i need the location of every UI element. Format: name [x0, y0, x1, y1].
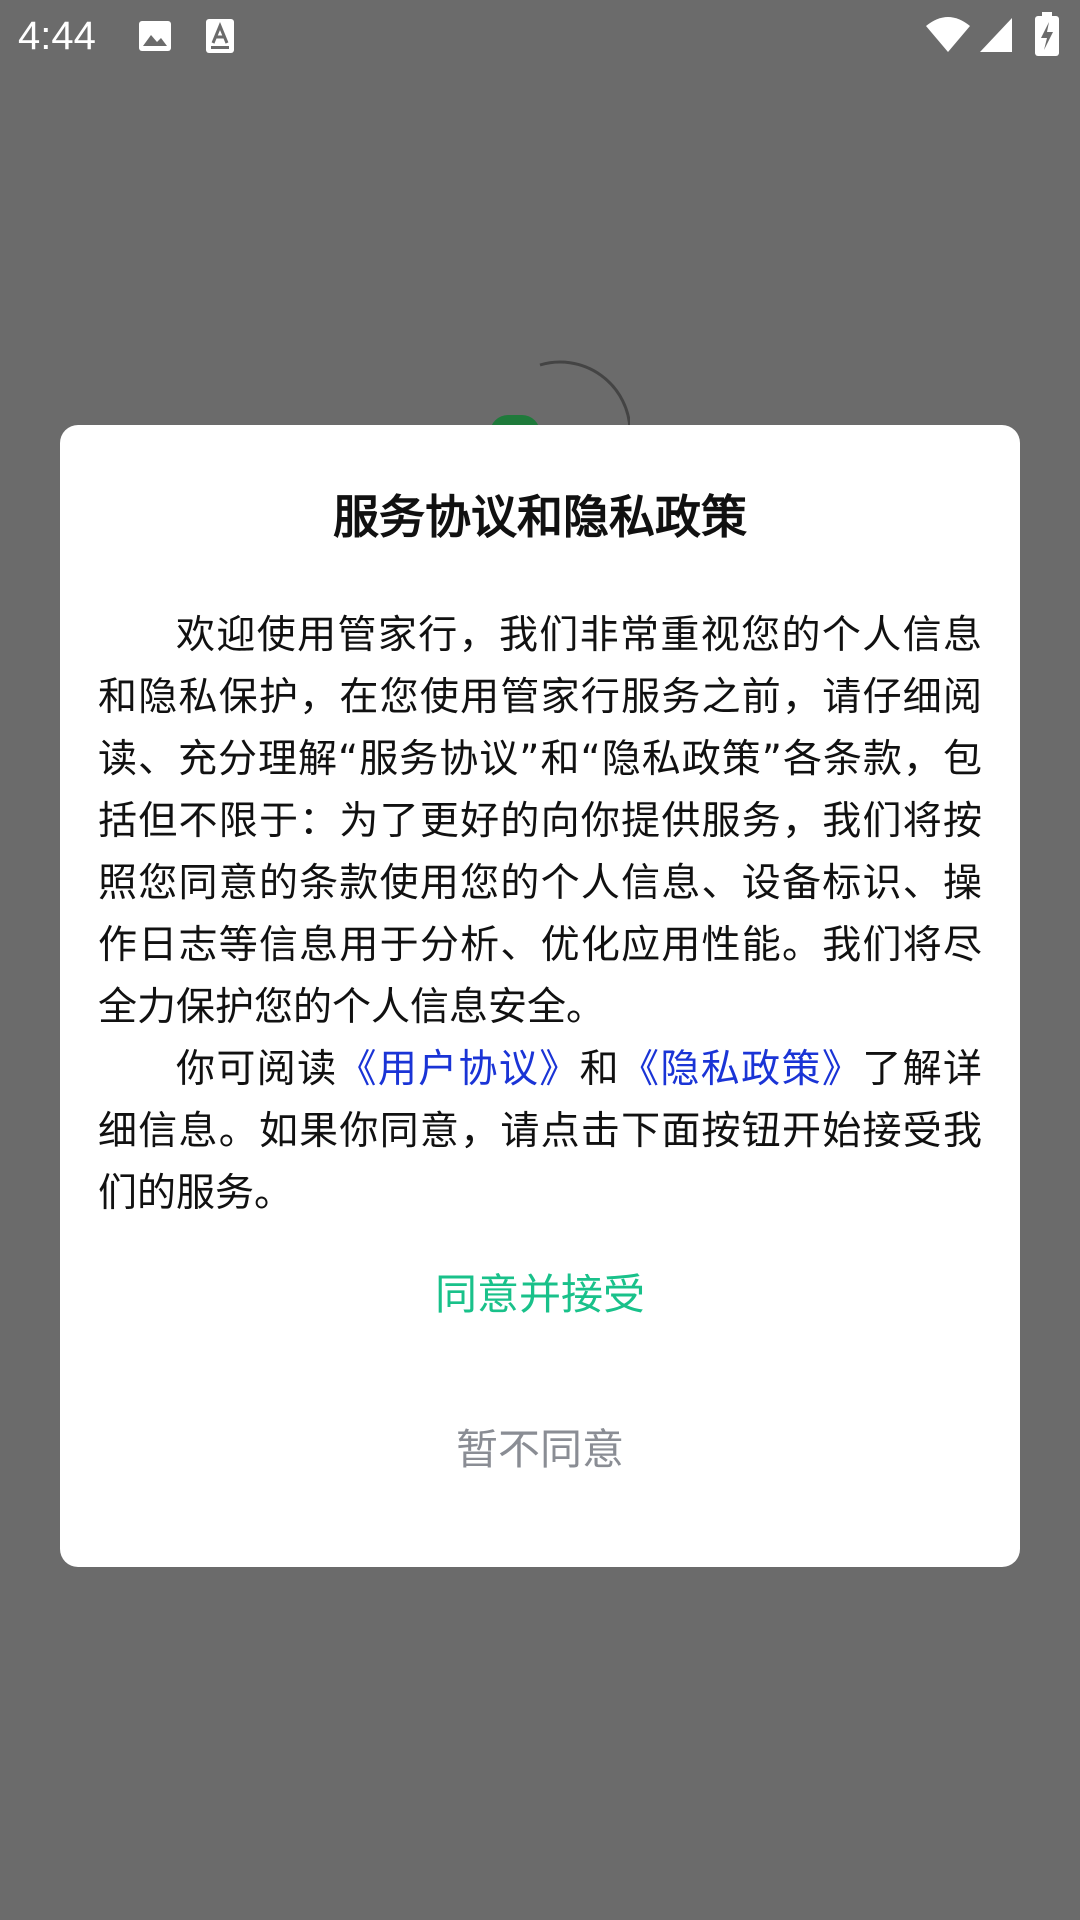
agree-button[interactable]: 同意并接受	[390, 1260, 690, 1330]
links-paragraph-and: 和	[579, 1047, 621, 1092]
links-paragraph-prefix: 你可阅读	[176, 1047, 338, 1092]
user-agreement-link[interactable]: 《用户协议》	[337, 1047, 579, 1092]
dialog-body: 欢迎使用管家行，我们非常重视您的个人信息和隐私保护，在您使用管家行服务之前，请仔…	[98, 605, 982, 1225]
status-time: 4:44	[18, 14, 96, 58]
decline-button[interactable]: 暂不同意	[390, 1415, 690, 1485]
privacy-dialog: 服务协议和隐私政策 欢迎使用管家行，我们非常重视您的个人信息和隐私保护，在您使用…	[60, 425, 1020, 1567]
dialog-title: 服务协议和隐私政策	[333, 490, 747, 544]
battery-charging-icon	[1035, 12, 1059, 60]
keyboard-icon	[205, 18, 235, 58]
signal-icon	[978, 16, 1014, 58]
links-paragraph: 你可阅读《用户协议》和《隐私政策》了解详细信息。如果你同意，请点击下面按钮开始接…	[98, 1039, 982, 1225]
status-bar: 4:44	[0, 0, 1080, 72]
wifi-icon	[925, 16, 971, 58]
image-icon	[137, 18, 173, 58]
privacy-policy-link[interactable]: 《隐私政策》	[620, 1047, 862, 1092]
intro-paragraph: 欢迎使用管家行，我们非常重视您的个人信息和隐私保护，在您使用管家行服务之前，请仔…	[98, 613, 982, 1030]
